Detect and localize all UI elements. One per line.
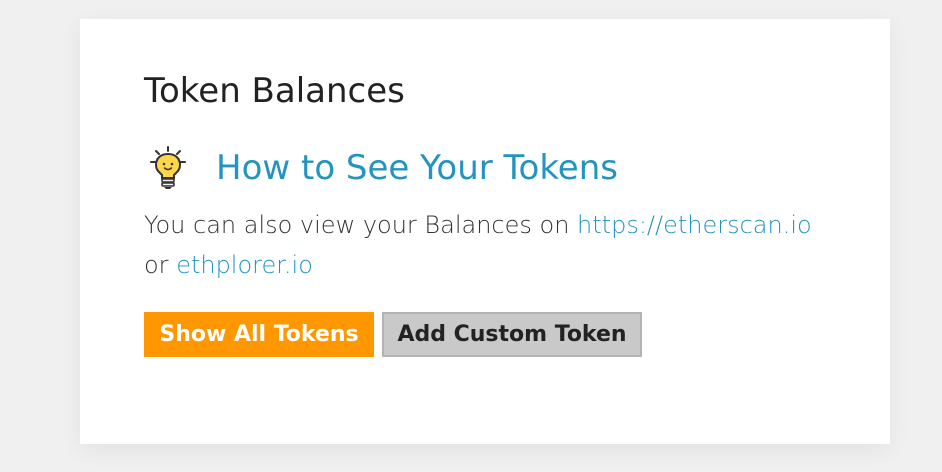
balances-description: You can also view your Balances on https… bbox=[144, 205, 844, 285]
lightbulb-icon bbox=[150, 146, 186, 189]
show-all-tokens-button[interactable]: Show All Tokens bbox=[144, 312, 374, 357]
howto-link[interactable]: How to See Your Tokens bbox=[216, 148, 618, 188]
description-prefix: You can also view your Balances on bbox=[144, 211, 578, 239]
token-balances-panel: Token Balances How to See Your Tokens Yo… bbox=[80, 19, 890, 444]
ethplorer-link[interactable]: ethplorer.io bbox=[176, 251, 313, 279]
add-custom-token-button[interactable]: Add Custom Token bbox=[382, 312, 642, 357]
description-middle: or bbox=[144, 251, 177, 279]
etherscan-link[interactable]: https://etherscan.io bbox=[577, 211, 812, 239]
panel-title: Token Balances bbox=[144, 71, 405, 111]
howto-row: How to See Your Tokens bbox=[150, 146, 618, 190]
